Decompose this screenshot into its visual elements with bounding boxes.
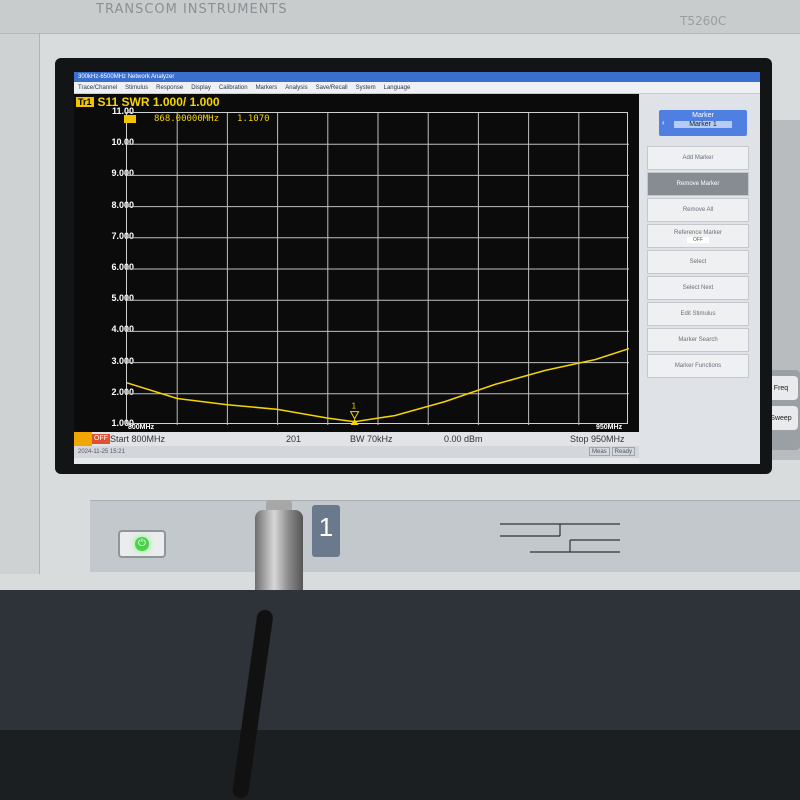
footer-status: Meas Ready [588,446,635,456]
softkey-marker-search[interactable]: Marker Search [647,328,749,352]
softkey-label: Select Next [682,285,714,291]
sweep-points[interactable]: 201 [286,434,301,444]
softkey-reference-marker[interactable]: Reference Marker OFF [647,224,749,248]
power-button[interactable]: ⏻ [118,530,166,558]
softkey-remove-all[interactable]: Remove All [647,198,749,222]
front-panel [90,500,800,572]
swr-chart: 1 [127,113,629,425]
window-title: 300kHz-6500MHz Network Analyzer [74,72,760,82]
softkey-add-marker[interactable]: Add Marker [647,146,749,170]
marker-1-label: 1 [352,402,357,411]
menu-item-stimulus[interactable]: Stimulus [125,85,148,91]
port-schematic-icon [500,523,620,553]
marker-1-triangle [349,411,360,420]
softkey-label: Marker Search [678,337,718,343]
menu-item-save-recall[interactable]: Save/Recall [316,85,348,91]
softkey-remove-marker[interactable]: Remove Marker [647,172,749,196]
softkey-select[interactable]: Select [647,250,749,274]
marker-readout: 868.00000MHz 1.1070 [124,114,270,124]
menu-item-analysis[interactable]: Analysis [285,85,307,91]
softkey-value: OFF [687,236,709,243]
source-power[interactable]: 0.00 dBm [444,434,483,444]
menu-item-calibration[interactable]: Calibration [219,85,248,91]
softkey-marker-functions[interactable]: Marker Functions [647,354,749,378]
left-handle [0,34,40,574]
chevron-left-icon[interactable]: ‹ [662,118,665,127]
plot-grid[interactable]: 1 [126,112,629,425]
menu-item-response[interactable]: Response [156,85,183,91]
start-frequency[interactable]: Start 800MHz [110,434,165,444]
port-label: 1 [312,505,340,557]
softkey-title[interactable]: ‹ Marker Marker 1 [659,110,747,136]
if-bandwidth[interactable]: BW 70kHz [350,434,393,444]
meas-indicator: Meas [588,447,610,456]
softkey-panel: ‹ Marker Marker 1 Add Marker Remove Marke… [639,94,760,464]
desk-edge [0,730,800,800]
power-icon: ⏻ [135,537,149,551]
channel-status-bar: OFF Start 800MHz 201 BW 70kHz 0.00 dBm S… [74,432,639,446]
softkey-label: Edit Stimulus [680,311,716,317]
marker-badge [124,115,136,123]
footer-bar: 2024-11-25 15:21 Meas Ready [74,446,639,458]
port-number: 1 [318,512,334,542]
softkey-select-next[interactable]: Select Next [647,276,749,300]
x-axis-start-label: 800MHz [128,424,155,431]
plot-area[interactable]: Tr1 S11 SWR 1.000/ 1.000 11.00 10.00 9.000… [74,94,639,432]
menu-bar: Trace/Channel Stimulus Response Display Cali… [74,82,760,94]
marker-frequency: 868.00000MHz [154,114,220,124]
ready-indicator: Ready [611,447,635,456]
menu-item-language[interactable]: Language [384,85,411,91]
model-label: T5260C [680,14,727,28]
softkey-label: Add Marker [682,155,714,161]
top-strip: TRANSCOM INSTRUMENTS T5260C [0,0,800,34]
softkey-label: Reference Marker [673,229,723,236]
timestamp: 2024-11-25 15:21 [78,449,125,455]
menu-item-display[interactable]: Display [191,85,211,91]
menu-item-system[interactable]: System [356,85,376,91]
softkey-label: Marker Functions [674,363,722,369]
stop-frequency[interactable]: Stop 950MHz [570,434,625,444]
off-badge[interactable]: OFF [92,434,110,444]
menu-item-trace-channel[interactable]: Trace/Channel [78,85,117,91]
softkey-label: Remove All [682,207,714,213]
softkey-edit-stimulus[interactable]: Edit Stimulus [647,302,749,326]
menu-item-markers[interactable]: Markers [256,85,278,91]
screen: 300kHz-6500MHz Network Analyzer Trace/Ch… [74,72,760,464]
marker-value: 1.1070 [237,114,270,124]
brand-label: TRANSCOM INSTRUMENTS [96,2,288,17]
softkey-label: Remove Marker [676,181,720,187]
softkey-title-label: Marker [692,112,714,119]
x-axis-stop-label: 950MHz [596,424,623,431]
softkey-subtitle: Marker 1 [674,121,732,128]
channel-indicator[interactable] [74,432,92,446]
softkey-label: Select [689,259,707,265]
